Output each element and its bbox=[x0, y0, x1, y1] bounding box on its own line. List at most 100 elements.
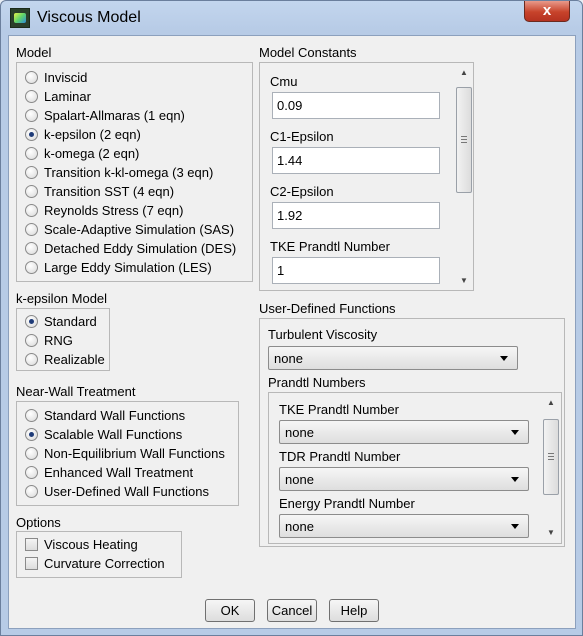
radio-button[interactable] bbox=[25, 261, 38, 274]
udf-title: User-Defined Functions bbox=[259, 301, 396, 316]
constants-scrollbar[interactable]: ▲ ▼ bbox=[455, 65, 473, 289]
radio-button[interactable] bbox=[25, 447, 38, 460]
model-option[interactable]: k-omega (2 eqn) bbox=[25, 144, 139, 163]
prandtl-label: TKE Prandtl Number bbox=[279, 402, 399, 417]
prandtl-dropdown[interactable]: none bbox=[279, 420, 529, 444]
cancel-button[interactable]: Cancel bbox=[267, 599, 317, 622]
radio-button[interactable] bbox=[25, 147, 38, 160]
help-button[interactable]: Help bbox=[329, 599, 379, 622]
model-option[interactable]: Transition k-kl-omega (3 eqn) bbox=[25, 163, 213, 182]
prandtl-label: TDR Prandtl Number bbox=[279, 449, 401, 464]
prandtl-dropdown[interactable]: none bbox=[279, 514, 529, 538]
radio-button[interactable] bbox=[25, 353, 38, 366]
model-option[interactable]: Transition SST (4 eqn) bbox=[25, 182, 174, 201]
prandtl-numbers-title: Prandtl Numbers bbox=[268, 375, 366, 390]
keps-model-option[interactable]: Realizable bbox=[25, 350, 105, 369]
checkbox[interactable] bbox=[25, 538, 38, 551]
chevron-down-icon bbox=[511, 477, 519, 482]
ok-button[interactable]: OK bbox=[205, 599, 255, 622]
radio-button[interactable] bbox=[25, 71, 38, 84]
turbulent-viscosity-label: Turbulent Viscosity bbox=[268, 327, 378, 342]
model-option[interactable]: k-epsilon (2 eqn) bbox=[25, 125, 141, 144]
radio-button[interactable] bbox=[25, 428, 38, 441]
constant-label: TKE Prandtl Number bbox=[270, 239, 390, 254]
turbulent-viscosity-dropdown[interactable]: none bbox=[268, 346, 518, 370]
model-option[interactable]: Detached Eddy Simulation (DES) bbox=[25, 239, 236, 258]
model-option-label: Scale-Adaptive Simulation (SAS) bbox=[44, 222, 235, 237]
constant-input[interactable]: 1.44 bbox=[272, 147, 440, 174]
keps-model-option[interactable]: RNG bbox=[25, 331, 73, 350]
near-wall-option[interactable]: Scalable Wall Functions bbox=[25, 425, 182, 444]
title-bar[interactable]: Viscous Model x bbox=[1, 1, 582, 35]
radio-button[interactable] bbox=[25, 409, 38, 422]
model-option[interactable]: Laminar bbox=[25, 87, 91, 106]
prandtl-numbers-group: TKE Prandtl Number none TDR Prandtl Number… bbox=[268, 392, 562, 544]
viscous-model-window: Viscous Model x Model Inviscid Laminar Spa… bbox=[0, 0, 583, 636]
scroll-up-icon[interactable]: ▲ bbox=[542, 395, 560, 411]
dialog-client-area: Model Inviscid Laminar Spalart-Allmaras (1… bbox=[8, 35, 576, 629]
radio-button[interactable] bbox=[25, 204, 38, 217]
near-wall-option[interactable]: Standard Wall Functions bbox=[25, 406, 185, 425]
radio-button[interactable] bbox=[25, 128, 38, 141]
keps-model-option-label: Realizable bbox=[44, 352, 105, 367]
scroll-thumb[interactable] bbox=[543, 419, 559, 495]
model-option-label: Inviscid bbox=[44, 70, 88, 85]
model-option[interactable]: Reynolds Stress (7 eqn) bbox=[25, 201, 183, 220]
keps-model-title: k-epsilon Model bbox=[16, 291, 108, 306]
model-constants-title: Model Constants bbox=[259, 45, 357, 60]
model-option-label: Transition k-kl-omega (3 eqn) bbox=[44, 165, 214, 180]
model-option-label: Spalart-Allmaras (1 eqn) bbox=[44, 108, 185, 123]
model-option-label: Detached Eddy Simulation (DES) bbox=[44, 241, 237, 256]
radio-button[interactable] bbox=[25, 315, 38, 328]
radio-button[interactable] bbox=[25, 109, 38, 122]
near-wall-option[interactable]: User-Defined Wall Functions bbox=[25, 482, 209, 501]
near-wall-option[interactable]: Non-Equilibrium Wall Functions bbox=[25, 444, 225, 463]
near-wall-option-label: Scalable Wall Functions bbox=[44, 427, 183, 442]
model-option-label: Transition SST (4 eqn) bbox=[44, 184, 175, 199]
scroll-down-icon[interactable]: ▼ bbox=[542, 525, 560, 541]
keps-model-option[interactable]: Standard bbox=[25, 312, 97, 331]
constant-label: C1-Epsilon bbox=[270, 129, 334, 144]
turbulent-viscosity-value: none bbox=[274, 351, 303, 366]
near-wall-option[interactable]: Enhanced Wall Treatment bbox=[25, 463, 193, 482]
radio-button[interactable] bbox=[25, 466, 38, 479]
radio-button[interactable] bbox=[25, 90, 38, 103]
near-wall-option-label: User-Defined Wall Functions bbox=[44, 484, 209, 499]
near-wall-option-label: Enhanced Wall Treatment bbox=[44, 465, 194, 480]
scroll-down-icon[interactable]: ▼ bbox=[455, 273, 473, 289]
options-group: Viscous Heating Curvature Correction bbox=[16, 531, 182, 578]
constant-input[interactable]: 0.09 bbox=[272, 92, 440, 119]
checkbox[interactable] bbox=[25, 557, 38, 570]
radio-button[interactable] bbox=[25, 334, 38, 347]
model-constants-group: Cmu 0.09 C1-Epsilon 1.44 C2-Epsilon 1.92 TKE P… bbox=[259, 62, 474, 291]
prandtl-scrollbar[interactable]: ▲ ▼ bbox=[542, 395, 560, 541]
close-button[interactable]: x bbox=[524, 1, 570, 22]
scroll-up-icon[interactable]: ▲ bbox=[455, 65, 473, 81]
app-icon bbox=[10, 8, 30, 28]
option-checkbox-row[interactable]: Viscous Heating bbox=[25, 535, 138, 554]
options-title: Options bbox=[16, 515, 61, 530]
near-wall-group: Standard Wall Functions Scalable Wall Fun… bbox=[16, 401, 239, 506]
window-title: Viscous Model bbox=[37, 9, 141, 26]
option-checkbox-label: Curvature Correction bbox=[44, 556, 165, 571]
radio-button[interactable] bbox=[25, 223, 38, 236]
constant-label: Cmu bbox=[270, 74, 298, 89]
constant-input[interactable]: 1.92 bbox=[272, 202, 440, 229]
model-option[interactable]: Large Eddy Simulation (LES) bbox=[25, 258, 212, 277]
radio-button[interactable] bbox=[25, 166, 38, 179]
radio-button[interactable] bbox=[25, 485, 38, 498]
model-option[interactable]: Scale-Adaptive Simulation (SAS) bbox=[25, 220, 234, 239]
udf-group: Turbulent Viscosity none Prandtl Numbers… bbox=[259, 318, 565, 547]
model-option-label: Laminar bbox=[44, 89, 91, 104]
model-option-label: k-omega (2 eqn) bbox=[44, 146, 140, 161]
radio-button[interactable] bbox=[25, 185, 38, 198]
model-group: Inviscid Laminar Spalart-Allmaras (1 eqn) k… bbox=[16, 62, 253, 282]
prandtl-dropdown[interactable]: none bbox=[279, 467, 529, 491]
scroll-thumb[interactable] bbox=[456, 87, 472, 193]
model-option[interactable]: Spalart-Allmaras (1 eqn) bbox=[25, 106, 185, 125]
constant-input[interactable]: 1 bbox=[272, 257, 440, 284]
radio-button[interactable] bbox=[25, 242, 38, 255]
model-option[interactable]: Inviscid bbox=[25, 68, 87, 87]
option-checkbox-label: Viscous Heating bbox=[44, 537, 138, 552]
option-checkbox-row[interactable]: Curvature Correction bbox=[25, 554, 165, 573]
